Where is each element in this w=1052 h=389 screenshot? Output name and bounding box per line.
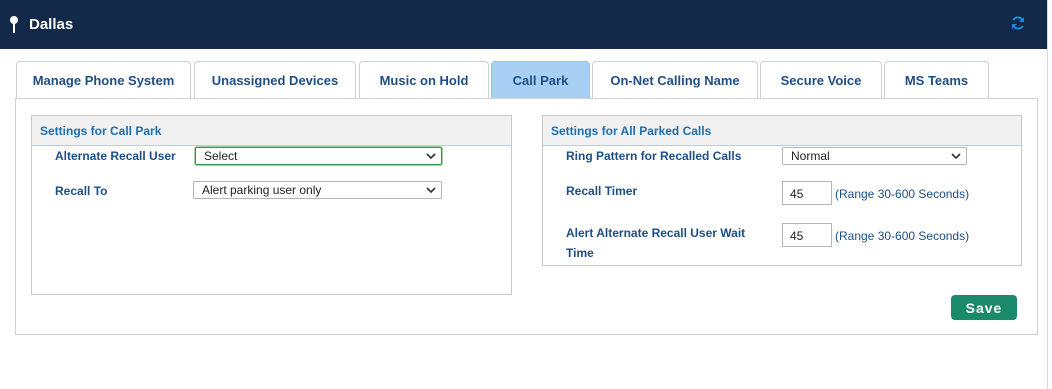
alternate-recall-user-label: Alternate Recall User [55, 149, 176, 163]
ring-pattern-select[interactable]: Normal [782, 147, 967, 165]
chevron-down-icon [426, 153, 436, 160]
tab-label: Secure Voice [780, 73, 862, 88]
header-bar: Dallas [0, 0, 1047, 49]
tab-call-park[interactable]: Call Park [491, 61, 590, 99]
tab-music-on-hold[interactable]: Music on Hold [359, 61, 489, 99]
alert-wait-time-input[interactable]: 45 [782, 223, 832, 247]
alert-wait-time-label-line2: Time [566, 246, 594, 260]
recall-to-select[interactable]: Alert parking user only [193, 181, 442, 199]
tab-label: Music on Hold [379, 73, 469, 88]
recall-to-label: Recall To [55, 184, 108, 198]
recall-timer-input[interactable]: 45 [782, 181, 832, 205]
tab-label: Unassigned Devices [211, 73, 339, 88]
tab-label: Manage Phone System [32, 73, 175, 88]
select-value: Normal [791, 149, 830, 163]
alert-wait-time-range-hint: (Range 30-600 Seconds) [835, 229, 970, 243]
tab-ms-teams[interactable]: MS Teams [884, 61, 989, 99]
recall-timer-label: Recall Timer [566, 184, 638, 198]
tab-label: On-Net Calling Name [610, 73, 740, 88]
location-title: Dallas [29, 16, 74, 33]
window-edge [1047, 0, 1052, 389]
alert-wait-time-label-line1: Alert Alternate Recall User Wait [566, 226, 746, 240]
ring-pattern-label: Ring Pattern for Recalled Calls [566, 149, 742, 163]
tab-on-net-calling-name[interactable]: On-Net Calling Name [592, 61, 758, 99]
save-button[interactable]: Save [951, 295, 1017, 320]
tab-label: Call Park [512, 73, 569, 88]
alternate-recall-user-select[interactable]: Select [195, 147, 442, 165]
select-value: Select [204, 149, 238, 163]
chevron-down-icon [426, 187, 436, 194]
tab-manage-phone-system[interactable]: Manage Phone System [16, 61, 191, 99]
section-heading: Settings for Call Park [32, 116, 511, 146]
section-heading: Settings for All Parked Calls [543, 116, 1021, 146]
call-park-settings-section: Settings for Call Park [31, 115, 512, 295]
recall-timer-range-hint: (Range 30-600 Seconds) [835, 187, 970, 201]
chevron-down-icon [951, 153, 961, 160]
tab-secure-voice[interactable]: Secure Voice [760, 61, 882, 99]
refresh-icon[interactable] [1010, 15, 1026, 31]
select-value: Alert parking user only [202, 183, 322, 197]
tab-unassigned-devices[interactable]: Unassigned Devices [194, 61, 356, 99]
pin-icon [10, 16, 18, 33]
tab-label: MS Teams [904, 73, 969, 88]
